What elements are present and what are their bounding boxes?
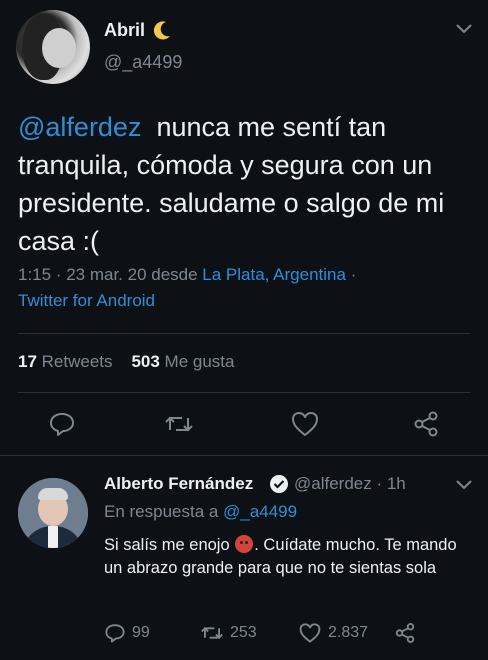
retweets-label[interactable]: Retweets [42, 352, 113, 371]
reply-retweets-count: 253 [230, 624, 257, 641]
reply-replies-count: 99 [132, 624, 150, 641]
reply-to-label: En respuesta a [104, 502, 219, 521]
share-icon[interactable] [412, 410, 440, 438]
avatar[interactable] [16, 10, 90, 84]
reply-share-button[interactable] [394, 622, 416, 644]
main-tweet: Abril @_a4499 @alferdez nunca me sentí t… [0, 0, 488, 455]
moon-emoji-icon [152, 20, 172, 42]
retweet-icon [200, 622, 224, 644]
chevron-down-icon[interactable] [456, 24, 472, 34]
reply-text: Si salís me enojo . Cuídate mucho. Te ma… [104, 534, 474, 580]
location-link[interactable]: La Plata, Argentina [202, 265, 346, 284]
reply-icon[interactable] [48, 410, 76, 438]
reply-avatar[interactable] [18, 478, 88, 548]
reply-author-handle[interactable]: @alferdez · 1h [294, 474, 406, 494]
reply-to-handle[interactable]: @_a4499 [223, 502, 297, 521]
location-separator: · [350, 265, 357, 284]
source-link[interactable]: Twitter for Android [18, 291, 155, 310]
divider [18, 392, 470, 393]
reply-author-name[interactable]: Alberto Fernández [104, 474, 253, 494]
likes-count[interactable]: 503 [131, 352, 159, 371]
likes-label[interactable]: Me gusta [165, 352, 235, 371]
divider [18, 333, 470, 334]
reply-action-bar: 99 253 2.837 [0, 622, 488, 646]
reply-reply-button[interactable]: 99 [104, 622, 150, 644]
retweets-count[interactable]: 17 [18, 352, 37, 371]
reply-context: En respuesta a @_a4499 [104, 502, 297, 522]
tweet-text: @alferdez nunca me sentí tan tranquila, … [18, 108, 478, 260]
author-handle[interactable]: @_a4499 [104, 52, 182, 73]
action-bar [0, 410, 488, 442]
retweet-icon[interactable] [164, 410, 194, 438]
reply-icon [104, 622, 126, 644]
tweet-meta: 1:15 · 23 mar. 20 desde La Plata, Argent… [18, 262, 478, 314]
reply-retweet-button[interactable]: 253 [200, 622, 257, 644]
share-icon [394, 622, 416, 644]
tweet-stats: 17 Retweets 503 Me gusta [18, 352, 234, 372]
chevron-down-icon[interactable] [456, 480, 472, 490]
verified-badge-icon [269, 474, 289, 494]
reply-text-before: Si salís me enojo [104, 536, 230, 554]
author-name[interactable]: Abril [104, 20, 145, 41]
like-icon [298, 622, 322, 644]
reply-likes-count: 2.837 [328, 624, 369, 641]
timestamp: 1:15 · 23 mar. 20 desde [18, 265, 198, 284]
angry-face-emoji-icon [235, 535, 254, 553]
mention-link[interactable]: @alferdez [18, 112, 141, 142]
reply-tweet[interactable]: Alberto Fernández @alferdez · 1h En resp… [0, 456, 488, 660]
like-icon[interactable] [290, 410, 320, 438]
reply-like-button[interactable]: 2.837 [298, 622, 368, 644]
